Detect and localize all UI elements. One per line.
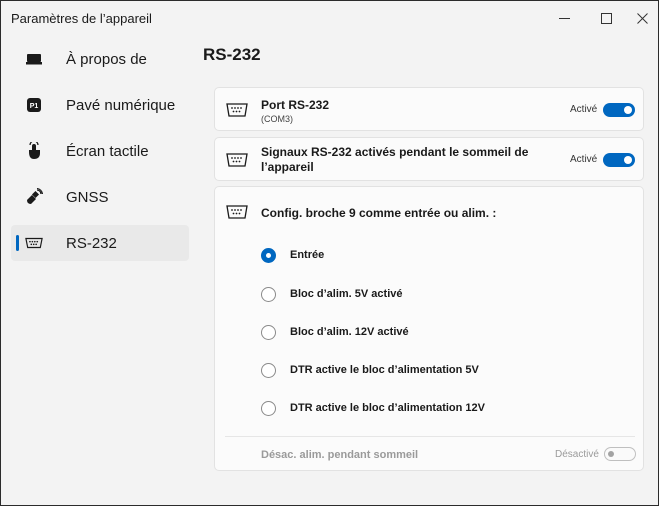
radio-label: Entrée	[290, 249, 325, 261]
radio-label: DTR active le bloc d’alimentation 5V	[290, 364, 479, 376]
sleep-signals-toggle-label: Activé	[570, 154, 598, 165]
active-indicator	[16, 235, 19, 251]
radio-button-checked[interactable]	[261, 247, 276, 263]
radio-option-input[interactable]: Entrée	[261, 245, 324, 265]
pin9-title: Config. broche 9 comme entrée ou alim. :	[261, 206, 497, 220]
title-bar: Paramètres de l’appareil	[1, 1, 658, 35]
sleep-signals-title-line1: Signaux RS-232 activés pendant le sommei…	[261, 145, 529, 159]
radio-option-12v[interactable]: Bloc d’alim. 12V activé	[261, 322, 409, 342]
port-rs232-card: Port RS-232 (COM3) Activé	[214, 87, 644, 131]
minimize-icon	[558, 17, 570, 19]
serial-port-icon	[226, 205, 248, 219]
minimize-button[interactable]	[544, 1, 584, 35]
maximize-button[interactable]	[586, 1, 626, 35]
settings-window: Paramètres de l’appareil À propos de P1 …	[0, 0, 659, 506]
radio-button[interactable]	[261, 362, 276, 378]
radio-label: DTR active le bloc d’alimentation 12V	[290, 402, 485, 414]
sidebar-item-touchscreen[interactable]: Écran tactile	[11, 133, 189, 169]
radio-option-dtr-12v[interactable]: DTR active le bloc d’alimentation 12V	[261, 398, 485, 418]
sleep-signals-toggle[interactable]	[603, 153, 635, 167]
divider	[225, 436, 635, 437]
sidebar: À propos de P1 Pavé numérique Écran tact…	[11, 41, 189, 271]
keyboard-icon	[25, 50, 43, 68]
sleep-power-toggle[interactable]	[604, 447, 636, 461]
sidebar-item-about[interactable]: À propos de	[11, 41, 189, 77]
radio-button[interactable]	[261, 324, 276, 340]
sidebar-item-rs232[interactable]: RS-232	[11, 225, 189, 261]
sidebar-item-label: GNSS	[66, 188, 109, 206]
radio-label: Bloc d’alim. 12V activé	[290, 326, 409, 338]
serial-port-icon	[226, 153, 248, 167]
port-subtitle: (COM3)	[261, 114, 293, 124]
radio-option-5v[interactable]: Bloc d’alim. 5V activé	[261, 284, 403, 304]
maximize-icon	[600, 12, 612, 24]
toggle-knob	[624, 106, 632, 114]
close-icon	[636, 12, 648, 24]
sleep-signals-card: Signaux RS-232 activés pendant le sommei…	[214, 137, 644, 181]
sleep-power-label: Désac. alim. pendant sommeil	[261, 449, 419, 461]
sidebar-item-label: Écran tactile	[66, 142, 149, 160]
sidebar-item-label: Pavé numérique	[66, 96, 176, 114]
page-title: RS-232	[203, 45, 261, 64]
sidebar-item-gnss[interactable]: GNSS	[11, 179, 189, 215]
sleep-signals-title-line2: l’appareil	[261, 160, 314, 174]
toggle-knob	[624, 156, 632, 164]
satellite-icon	[25, 188, 43, 206]
p1-key-icon: P1	[25, 96, 43, 114]
serial-port-icon	[25, 234, 43, 252]
touch-hand-icon	[25, 142, 43, 160]
toggle-knob	[608, 451, 614, 457]
radio-button[interactable]	[261, 400, 276, 416]
sidebar-item-label: À propos de	[66, 50, 147, 68]
sleep-power-toggle-label: Désactivé	[555, 449, 599, 460]
svg-text:P1: P1	[30, 103, 39, 110]
window-title: Paramètres de l’appareil	[11, 11, 152, 26]
radio-label: Bloc d’alim. 5V activé	[290, 288, 403, 300]
radio-button[interactable]	[261, 286, 276, 302]
port-toggle[interactable]	[603, 103, 635, 117]
serial-port-icon	[226, 103, 248, 117]
port-title: Port RS-232	[261, 98, 330, 112]
port-toggle-label: Activé	[570, 104, 598, 115]
sidebar-item-keypad[interactable]: P1 Pavé numérique	[11, 87, 189, 123]
sidebar-item-label: RS-232	[66, 234, 117, 252]
pin9-config-card: Config. broche 9 comme entrée ou alim. :…	[214, 186, 644, 471]
radio-option-dtr-5v[interactable]: DTR active le bloc d’alimentation 5V	[261, 360, 479, 380]
close-button[interactable]	[622, 1, 659, 35]
